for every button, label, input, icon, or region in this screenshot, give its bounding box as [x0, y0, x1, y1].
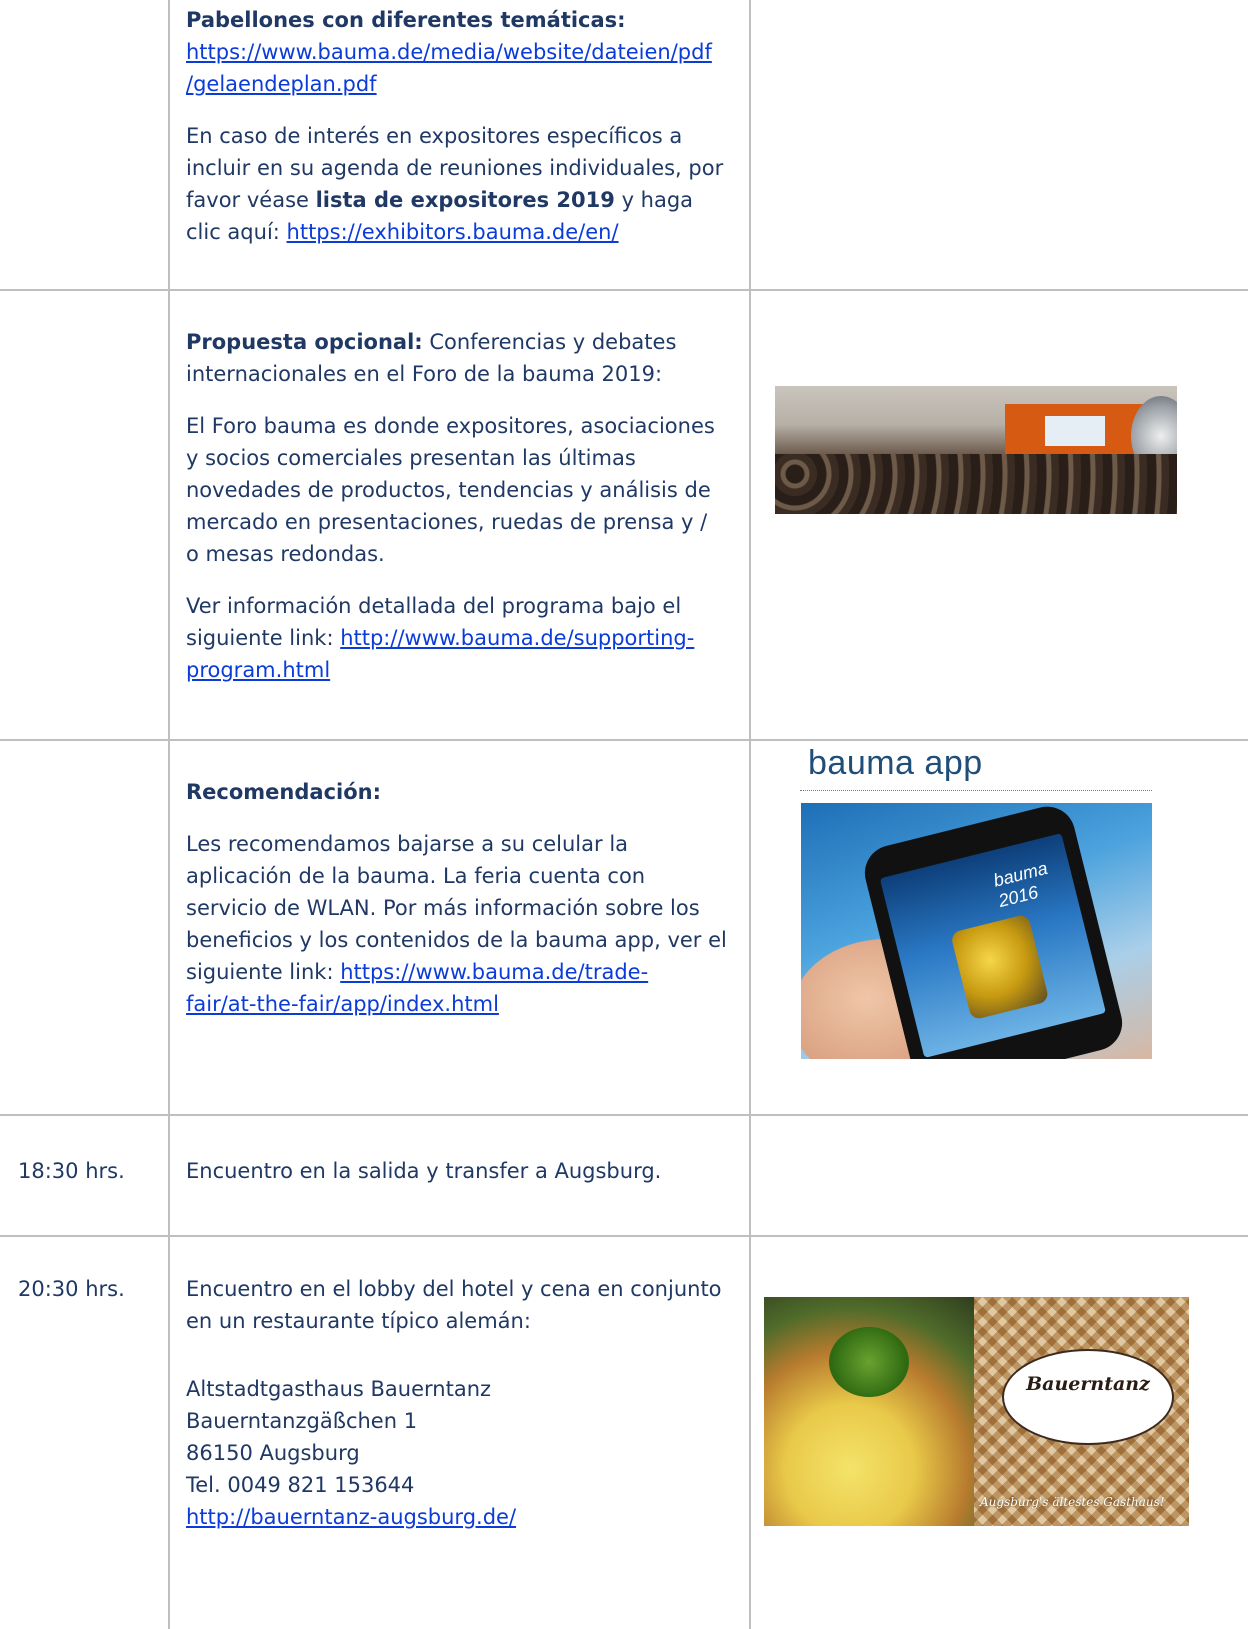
bauma-app-divider: [800, 790, 1152, 791]
interest-line-2: incluir en su agenda de reuniones indivi…: [186, 156, 724, 180]
time-1830: 18:30 hrs.: [18, 1159, 125, 1183]
row-forum: Propuesta opcional: Conferencias y debat…: [186, 326, 746, 686]
transfer-text: Encuentro en la salida y transfer a Augs…: [186, 1159, 662, 1183]
column-divider-1: [168, 0, 170, 1629]
phone-screen-logo: bauma 2016: [991, 857, 1050, 912]
row-divider-4: [0, 1235, 1248, 1237]
bauma-app-title: bauma app: [808, 744, 983, 782]
row-transfer: Encuentro en la salida y transfer a Augs…: [186, 1155, 746, 1187]
forum-desc-line-1: El Foro bauma es donde expositores, asoc…: [186, 414, 715, 438]
row-pavilions: Pabellones con diferentes temáticas: htt…: [186, 4, 746, 248]
interest-line-1: En caso de interés en expositores especí…: [186, 124, 683, 148]
forum-desc-line-4: mercado en presentaciones, ruedas de pre…: [186, 510, 708, 534]
program-link-cont[interactable]: program.html: [186, 658, 330, 682]
bauerntanz-logo: Bauerntanz: [1002, 1349, 1174, 1445]
program-line-2: siguiente link: http://www.bauma.de/supp…: [186, 626, 695, 650]
forum-desc-line-5: o mesas redondas.: [186, 542, 385, 566]
restaurant-phone: Tel. 0049 821 153644: [186, 1473, 415, 1497]
recommendation-line-4: beneficios y los contenidos de la bauma …: [186, 928, 727, 952]
recommendation-line-3: servicio de WLAN. Por más información so…: [186, 896, 700, 920]
recommendation-line-2: aplicación de la bauma. La feria cuenta …: [186, 864, 646, 888]
bauma-app-phone-photo: bauma 2016: [801, 803, 1152, 1059]
dinner-line-2: en un restaurante típico alemán:: [186, 1309, 531, 1333]
time-2030: 20:30 hrs.: [18, 1277, 125, 1301]
column-divider-2: [749, 0, 751, 1629]
restaurant-tagline: Augsburg's ältestes Gasthaus!: [980, 1495, 1165, 1509]
forum-desc-line-3: novedades de productos, tendencias y aná…: [186, 478, 711, 502]
recommendation-line-1: Les recomendamos bajarse a su celular la: [186, 832, 629, 856]
program-line-1: Ver información detallada del programa b…: [186, 594, 682, 618]
dinner-line-1: Encuentro en el lobby del hotel y cena e…: [186, 1277, 722, 1301]
pavilions-heading: Pabellones con diferentes temáticas:: [186, 8, 626, 32]
exhibitors-link[interactable]: https://exhibitors.bauma.de/en/: [287, 220, 619, 244]
restaurant-city: 86150 Augsburg: [186, 1441, 360, 1465]
interest-line-3: favor véase lista de expositores 2019 y …: [186, 188, 694, 212]
optional-label: Propuesta opcional:: [186, 330, 423, 354]
forum-intro-line-2: internacionales en el Foro de la bauma 2…: [186, 362, 663, 386]
recommendation-heading: Recomendación:: [186, 780, 381, 804]
exhibitors-list-label: lista de expositores 2019: [315, 188, 615, 212]
recommendation-line-5: siguiente link: https://www.bauma.de/tra…: [186, 960, 649, 984]
itinerary-table: Pabellones con diferentes temáticas: htt…: [0, 0, 1248, 1629]
row-divider-2: [0, 739, 1248, 741]
app-link-cont[interactable]: fair/at-the-fair/app/index.html: [186, 992, 499, 1016]
row-divider-3: [0, 1114, 1248, 1116]
app-link[interactable]: https://www.bauma.de/trade-: [340, 960, 648, 984]
restaurant-link[interactable]: http://bauerntanz-augsburg.de/: [186, 1505, 516, 1529]
program-link[interactable]: http://www.bauma.de/supporting-: [340, 626, 694, 650]
restaurant-food-photo: Bauerntanz Augsburg's ältestes Gasthaus!: [764, 1297, 1189, 1526]
forum-intro-line-1: Propuesta opcional: Conferencias y debat…: [186, 330, 677, 354]
interest-line-4: clic aquí: https://exhibitors.bauma.de/e…: [186, 220, 619, 244]
row-divider-1: [0, 289, 1248, 291]
row-recommendation: Recomendación: Les recomendamos bajarse …: [186, 776, 746, 1020]
restaurant-name: Altstadtgasthaus Bauerntanz: [186, 1377, 492, 1401]
site-plan-link-cont[interactable]: /gelaendeplan.pdf: [186, 72, 377, 96]
row-dinner: Encuentro en el lobby del hotel y cena e…: [186, 1273, 746, 1533]
forum-conference-photo: [775, 386, 1177, 514]
restaurant-street: Bauerntanzgäßchen 1: [186, 1409, 418, 1433]
site-plan-link[interactable]: https://www.bauma.de/media/website/datei…: [186, 40, 712, 64]
forum-desc-line-2: y socios comerciales presentan las últim…: [186, 446, 636, 470]
